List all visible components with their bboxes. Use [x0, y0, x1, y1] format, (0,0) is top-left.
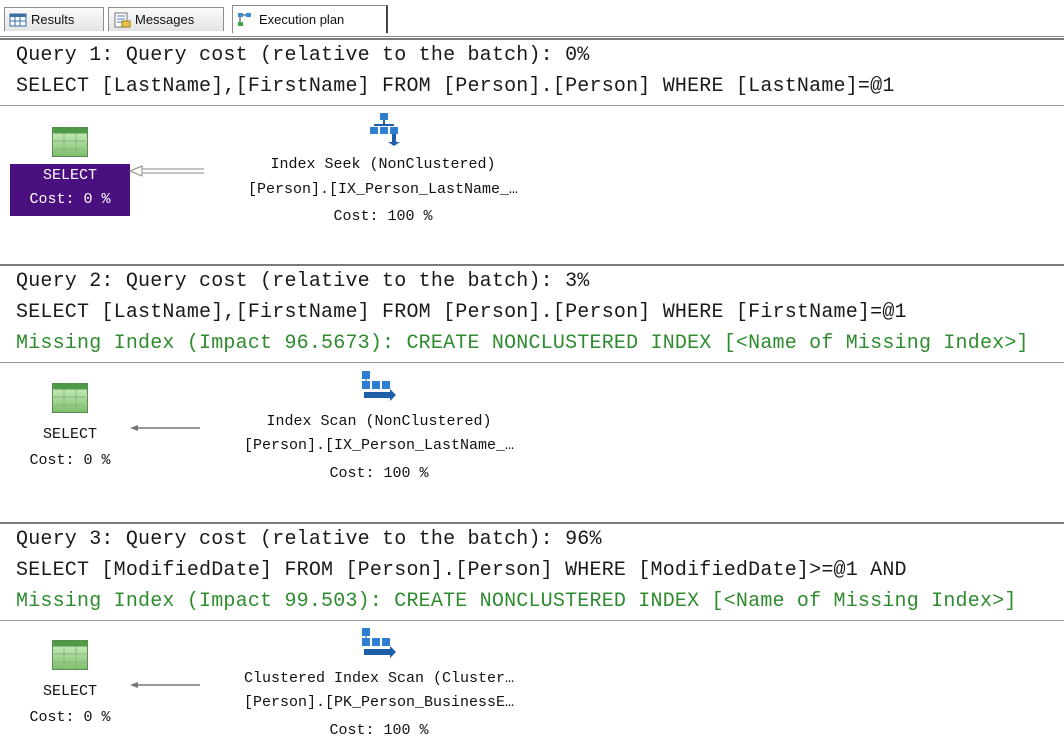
select-label: SELECT: [42, 426, 97, 443]
select-operator-icon[interactable]: [52, 383, 88, 418]
query-3-header: Query 3: Query cost (relative to the bat…: [16, 528, 602, 551]
select-cost: Cost: 0 %: [29, 452, 111, 469]
select-label: SELECT: [42, 167, 97, 184]
operator-name: Index Scan (NonClustered): [266, 413, 492, 430]
operator-object: [Person].[IX_Person_LastName_…: [243, 437, 515, 454]
query-1-header: Query 1: Query cost (relative to the bat…: [16, 44, 590, 67]
select-operator-icon[interactable]: [52, 640, 88, 675]
messages-icon: [113, 12, 131, 28]
query-2-top-rule: [0, 264, 1064, 266]
tab-results-label: Results: [31, 12, 75, 27]
operator-cost: Cost: 100 %: [333, 208, 433, 225]
select-operator-selected[interactable]: SELECT Cost: 0 %: [10, 164, 130, 216]
data-flow-arrow: [130, 425, 200, 431]
query-1-sql: SELECT [LastName],[FirstName] FROM [Pers…: [16, 75, 895, 98]
query-3-separator: [0, 620, 1064, 621]
query-1-top-rule: [0, 38, 1064, 40]
query-1-separator: [0, 105, 1064, 106]
index-scan-icon[interactable]: [360, 370, 396, 409]
tab-execution-plan-label: Execution plan: [259, 12, 345, 27]
execution-plan-icon: [237, 12, 255, 28]
operator-cost: Cost: 100 %: [329, 722, 429, 739]
index-seek-icon[interactable]: [368, 112, 400, 151]
select-cost: Cost: 0 %: [29, 191, 111, 208]
tab-messages[interactable]: Messages: [108, 7, 224, 31]
grid-icon: [9, 12, 27, 28]
missing-index-hint[interactable]: Missing Index (Impact 96.5673): CREATE N…: [16, 332, 1056, 356]
missing-index-hint[interactable]: Missing Index (Impact 99.503): CREATE NO…: [16, 590, 1056, 614]
query-2-sql: SELECT [LastName],[FirstName] FROM [Pers…: [16, 301, 907, 324]
tab-divider: [0, 36, 1064, 37]
query-3-top-rule: [0, 522, 1064, 524]
operator-cost: Cost: 100 %: [329, 465, 429, 482]
tab-messages-label: Messages: [135, 12, 195, 27]
select-label: SELECT: [42, 683, 97, 700]
data-flow-arrow: [128, 165, 204, 177]
select-cost: Cost: 0 %: [29, 709, 111, 726]
tab-results[interactable]: Results: [4, 7, 104, 31]
select-operator-icon[interactable]: [52, 127, 88, 162]
operator-object: [Person].[PK_Person_BusinessE…: [243, 694, 515, 711]
query-3-sql: SELECT [ModifiedDate] FROM [Person].[Per…: [16, 559, 907, 582]
clustered-index-scan-icon[interactable]: [360, 627, 396, 666]
result-tabs: Results Messages Execution plan: [0, 0, 1064, 38]
query-2-header: Query 2: Query cost (relative to the bat…: [16, 270, 590, 293]
operator-object: [Person].[IX_Person_LastName_…: [247, 181, 519, 198]
operator-name: Index Seek (NonClustered): [270, 156, 496, 173]
query-2-separator: [0, 362, 1064, 363]
tab-execution-plan[interactable]: Execution plan: [232, 5, 388, 33]
data-flow-arrow: [130, 682, 200, 688]
operator-name: Clustered Index Scan (Cluster…: [243, 670, 515, 687]
